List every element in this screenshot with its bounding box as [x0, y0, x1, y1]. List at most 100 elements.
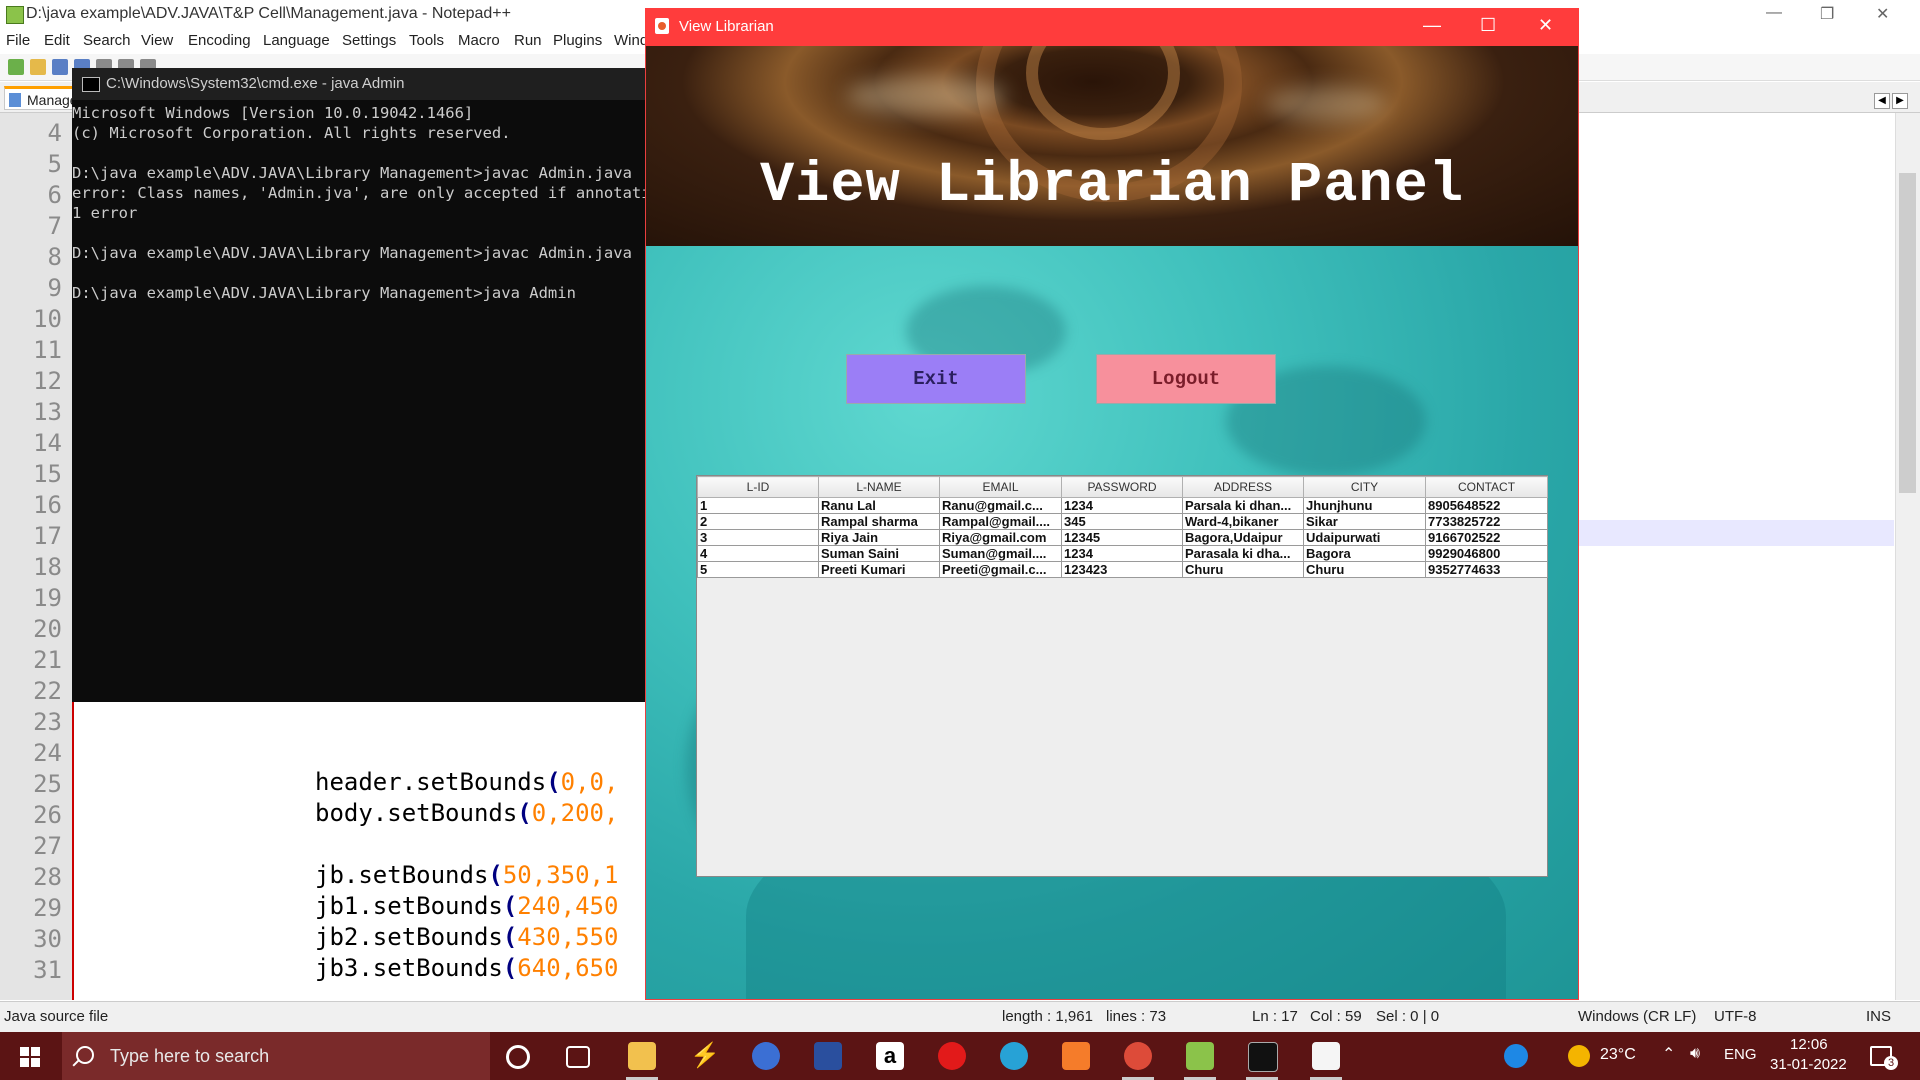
- cell-city[interactable]: Sikar: [1303, 513, 1426, 530]
- maximize-icon[interactable]: ☐: [1480, 15, 1496, 36]
- help-icon[interactable]: [1504, 1044, 1528, 1068]
- cell-email[interactable]: Ranu@gmail.c...: [939, 497, 1062, 514]
- cell-address[interactable]: Bagora,Udaipur: [1182, 529, 1304, 546]
- column-header-password[interactable]: PASSWORD: [1061, 476, 1183, 498]
- taskbar-search-box[interactable]: Type here to search: [62, 1032, 490, 1080]
- menu-settings[interactable]: Settings: [342, 32, 396, 49]
- column-header-lid[interactable]: L-ID: [697, 476, 819, 498]
- table-row[interactable]: 5 Preeti Kumari Preeti@gmail.c... 123423…: [697, 561, 1548, 578]
- java-taskbar-icon[interactable]: [1312, 1042, 1340, 1070]
- cell-address[interactable]: Churu: [1182, 561, 1304, 578]
- cell-lid[interactable]: 2: [697, 513, 819, 530]
- cell-email[interactable]: Preeti@gmail.c...: [939, 561, 1062, 578]
- new-file-icon[interactable]: [8, 59, 24, 75]
- tab-left-icon[interactable]: ◀: [1874, 93, 1890, 109]
- minimize-icon[interactable]: —: [1766, 4, 1782, 22]
- clock-time[interactable]: 12:06: [1790, 1036, 1828, 1053]
- clock-date[interactable]: 31-01-2022: [1770, 1056, 1847, 1073]
- cell-lid[interactable]: 5: [697, 561, 819, 578]
- cmd-window[interactable]: C:\Windows\System32\cmd.exe - java Admin…: [72, 68, 646, 702]
- cell-password[interactable]: 345: [1061, 513, 1183, 530]
- cell-password[interactable]: 12345: [1061, 529, 1183, 546]
- notepad-plus-plus-icon[interactable]: [1186, 1042, 1214, 1070]
- cell-password[interactable]: 123423: [1061, 561, 1183, 578]
- tab-right-icon[interactable]: ▶: [1892, 93, 1908, 109]
- vertical-scrollbar[interactable]: [1895, 113, 1920, 1000]
- table-row[interactable]: 4 Suman Saini Suman@gmail.... 1234 Paras…: [697, 545, 1548, 562]
- file-explorer-icon[interactable]: [628, 1042, 656, 1070]
- cell-city[interactable]: Jhunjhunu: [1303, 497, 1426, 514]
- menu-view[interactable]: View: [141, 32, 173, 49]
- cell-lname[interactable]: Rampal sharma: [818, 513, 940, 530]
- column-header-contact[interactable]: CONTACT: [1425, 476, 1548, 498]
- table-row[interactable]: 1 Ranu Lal Ranu@gmail.c... 1234 Parsala …: [697, 497, 1548, 514]
- cell-email[interactable]: Suman@gmail....: [939, 545, 1062, 562]
- cell-contact[interactable]: 7733825722: [1425, 513, 1548, 530]
- tab-management-java[interactable]: Manage: [4, 86, 74, 110]
- cell-city[interactable]: Bagora: [1303, 545, 1426, 562]
- minimize-icon[interactable]: —: [1423, 15, 1441, 36]
- save-icon[interactable]: [52, 59, 68, 75]
- close-icon[interactable]: ✕: [1876, 4, 1889, 24]
- chrome-icon[interactable]: [1124, 1042, 1152, 1070]
- cell-lid[interactable]: 3: [697, 529, 819, 546]
- cell-contact[interactable]: 9929046800: [1425, 545, 1548, 562]
- start-button[interactable]: [0, 1032, 60, 1080]
- cell-password[interactable]: 1234: [1061, 497, 1183, 514]
- close-icon[interactable]: ✕: [1538, 15, 1553, 36]
- cell-address[interactable]: Parsala ki dhan...: [1182, 497, 1304, 514]
- opera-icon[interactable]: [938, 1042, 966, 1070]
- xampp-icon[interactable]: [1062, 1042, 1090, 1070]
- menu-plugins[interactable]: Plugins: [553, 32, 602, 49]
- menu-language[interactable]: Language: [263, 32, 330, 49]
- chromium-icon[interactable]: [752, 1042, 780, 1070]
- cell-lname[interactable]: Ranu Lal: [818, 497, 940, 514]
- cortana-icon[interactable]: [506, 1045, 530, 1069]
- cell-address[interactable]: Ward-4,bikaner: [1182, 513, 1304, 530]
- cell-lname[interactable]: Preeti Kumari: [818, 561, 940, 578]
- cell-email[interactable]: Rampal@gmail....: [939, 513, 1062, 530]
- lightning-app-icon[interactable]: ⚡: [690, 1042, 720, 1070]
- cell-lname[interactable]: Suman Saini: [818, 545, 940, 562]
- menu-search[interactable]: Search: [83, 32, 131, 49]
- edge-icon[interactable]: [1000, 1042, 1028, 1070]
- open-file-icon[interactable]: [30, 59, 46, 75]
- restore-icon[interactable]: ❐: [1820, 4, 1834, 24]
- exit-button[interactable]: Exit: [846, 354, 1026, 404]
- logout-button[interactable]: Logout: [1096, 354, 1276, 404]
- cell-lid[interactable]: 4: [697, 545, 819, 562]
- cell-password[interactable]: 1234: [1061, 545, 1183, 562]
- cell-lid[interactable]: 1: [697, 497, 819, 514]
- menu-encoding[interactable]: Encoding: [188, 32, 251, 49]
- weather-icon[interactable]: [1568, 1045, 1590, 1067]
- cell-lname[interactable]: Riya Jain: [818, 529, 940, 546]
- table-row[interactable]: 2 Rampal sharma Rampal@gmail.... 345 War…: [697, 513, 1548, 530]
- menu-macro[interactable]: Macro: [458, 32, 500, 49]
- cell-address[interactable]: Parasala ki dha...: [1182, 545, 1304, 562]
- temperature[interactable]: 23°C: [1600, 1046, 1636, 1064]
- language-indicator[interactable]: ENG: [1724, 1046, 1757, 1063]
- amazon-icon[interactable]: a: [876, 1042, 904, 1070]
- column-header-address[interactable]: ADDRESS: [1182, 476, 1304, 498]
- librarian-table[interactable]: L-ID L-NAME EMAIL PASSWORD ADDRESS CITY …: [696, 475, 1548, 877]
- menu-window[interactable]: Wind: [614, 32, 648, 49]
- cmd-taskbar-icon[interactable]: [1248, 1042, 1278, 1072]
- cell-contact[interactable]: 9166702522: [1425, 529, 1548, 546]
- cell-contact[interactable]: 9352774633: [1425, 561, 1548, 578]
- cell-city[interactable]: Udaipurwati: [1303, 529, 1426, 546]
- cell-city[interactable]: Churu: [1303, 561, 1426, 578]
- volume-icon[interactable]: 🔊︎: [1690, 1045, 1700, 1063]
- sublime-like-icon[interactable]: [814, 1042, 842, 1070]
- menu-run[interactable]: Run: [514, 32, 542, 49]
- menu-file[interactable]: File: [6, 32, 30, 49]
- table-row[interactable]: 3 Riya Jain Riya@gmail.com 12345 Bagora,…: [697, 529, 1548, 546]
- column-header-city[interactable]: CITY: [1303, 476, 1426, 498]
- cell-contact[interactable]: 8905648522: [1425, 497, 1548, 514]
- scrollbar-thumb[interactable]: [1899, 173, 1916, 493]
- menu-tools[interactable]: Tools: [409, 32, 444, 49]
- task-view-icon[interactable]: [566, 1046, 590, 1068]
- column-header-email[interactable]: EMAIL: [939, 476, 1062, 498]
- menu-edit[interactable]: Edit: [44, 32, 70, 49]
- column-header-lname[interactable]: L-NAME: [818, 476, 940, 498]
- chevron-up-icon[interactable]: ⌃: [1662, 1044, 1675, 1064]
